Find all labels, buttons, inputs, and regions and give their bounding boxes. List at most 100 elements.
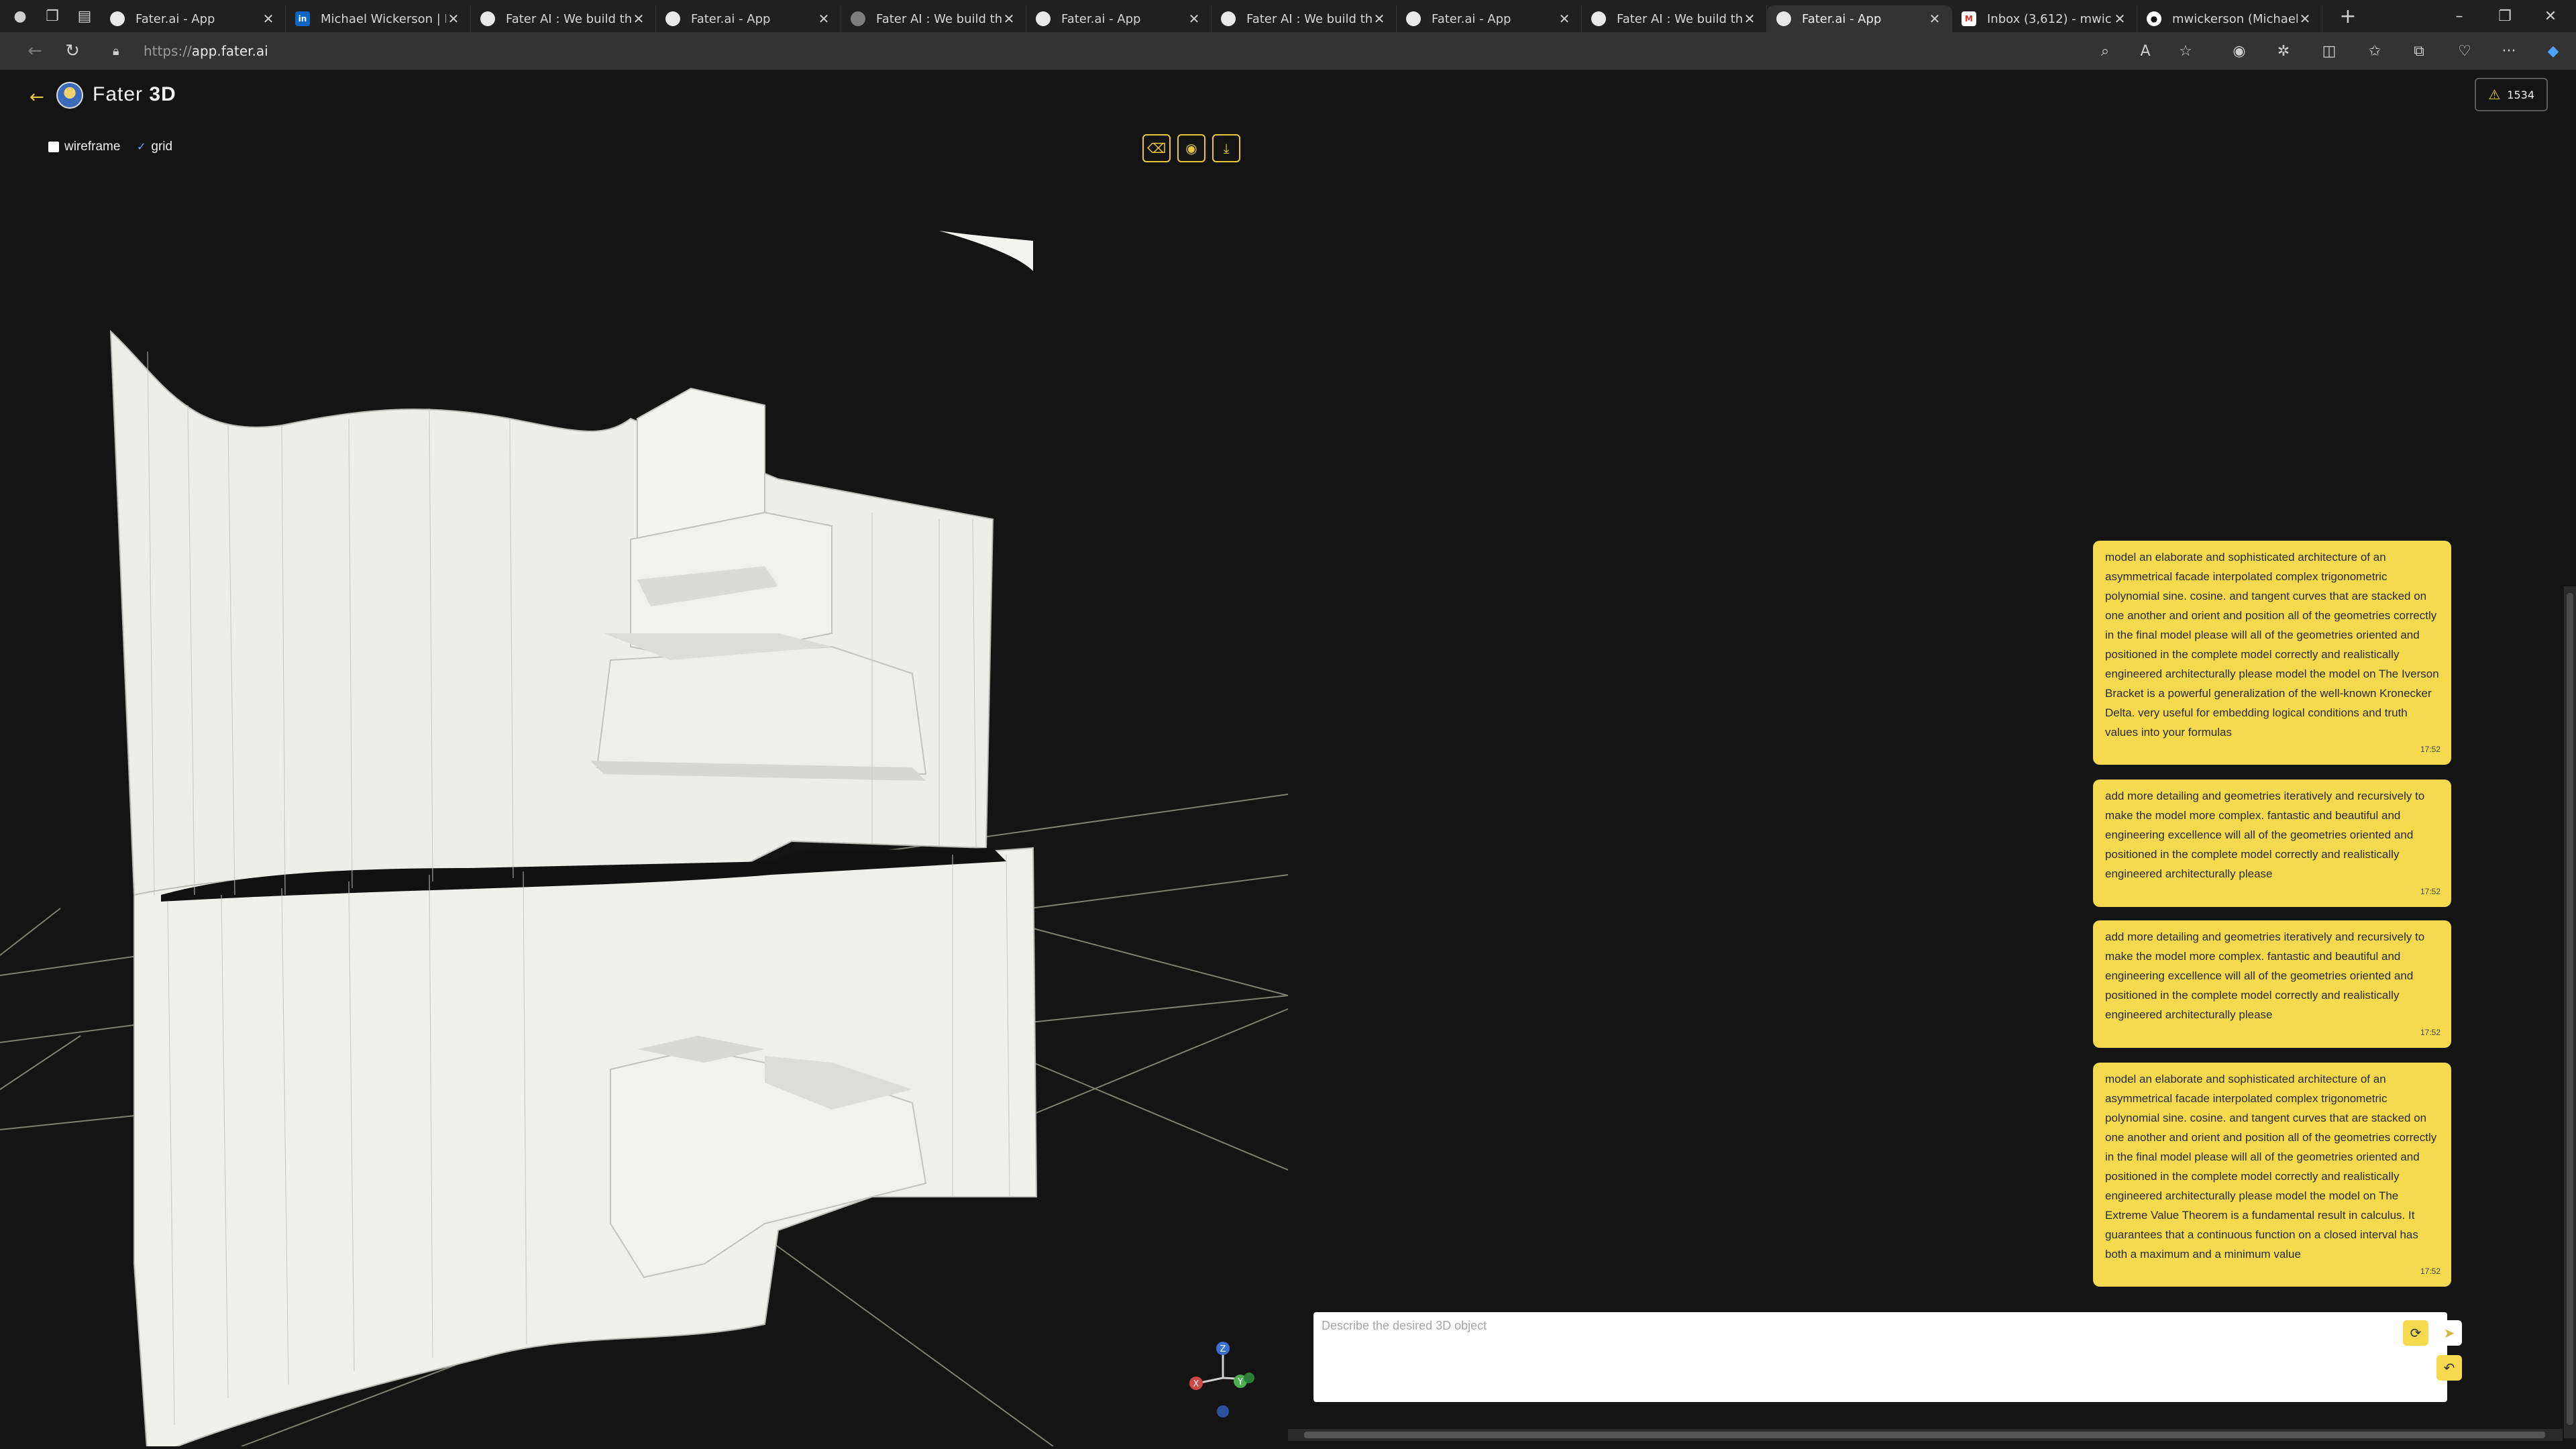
- 3d-viewport[interactable]: Z X Y wireframe ✓ grid ⌫ ◉ ⤓: [0, 123, 1288, 1446]
- globe-icon: [480, 11, 495, 26]
- message-time: 17:52: [2420, 1028, 2440, 1037]
- minimize-icon[interactable]: –: [2438, 0, 2481, 32]
- grid-toggle[interactable]: ✓ grid: [137, 140, 172, 154]
- close-tab-icon[interactable]: ✕: [1187, 11, 1201, 27]
- scrollbar-thumb[interactable]: [1304, 1432, 2545, 1438]
- refresh-icon[interactable]: ↻: [54, 32, 91, 70]
- browser-tab[interactable]: M Inbox (3,612) - mwick ✕: [1952, 5, 2137, 32]
- tab-title: Fater.ai - App: [1061, 11, 1141, 26]
- chat-message-text: model an elaborate and sophisticated arc…: [2105, 551, 2439, 739]
- close-tab-icon[interactable]: ✕: [1927, 11, 1942, 27]
- browser-tab[interactable]: ● mwickerson (Michael V ✕: [2137, 5, 2322, 32]
- undo-button[interactable]: ↶: [2436, 1355, 2462, 1381]
- browser-tab[interactable]: Fater AI : We build the ✕: [471, 5, 656, 32]
- zoom-icon[interactable]: ⌕: [2092, 38, 2118, 64]
- close-tab-icon[interactable]: ✕: [1372, 11, 1387, 27]
- browser-tab[interactable]: Fater AI : We build the ✕: [841, 5, 1026, 32]
- browser-tab[interactable]: Fater.ai - App ✕: [101, 5, 286, 32]
- close-tab-icon[interactable]: ✕: [1002, 11, 1016, 27]
- collections-icon[interactable]: ⧉: [2406, 38, 2432, 64]
- regenerate-button[interactable]: ⟳: [2403, 1320, 2428, 1346]
- undo-icon: ↶: [2443, 1360, 2455, 1376]
- favorite-star-icon[interactable]: ☆: [2172, 38, 2199, 64]
- app-title-bold: 3D: [149, 83, 176, 105]
- eraser-button[interactable]: ⌫: [1142, 134, 1171, 162]
- app-header: ← Fater 3D ⚠ 1534: [0, 70, 2576, 123]
- axis-gizmo[interactable]: Z X Y: [1189, 1342, 1254, 1417]
- chat-message-text: add more detailing and geometries iterat…: [2105, 790, 2425, 880]
- copilot-icon[interactable]: ◆: [2540, 38, 2567, 64]
- close-tab-icon[interactable]: ✕: [631, 11, 646, 27]
- screenshot-button[interactable]: ◉: [1177, 134, 1205, 162]
- close-tab-icon[interactable]: ✕: [261, 11, 276, 27]
- globe-icon: [1036, 11, 1051, 26]
- workspaces-icon[interactable]: ❐: [36, 0, 68, 32]
- close-tab-icon[interactable]: ✕: [1742, 11, 1757, 27]
- address-bar: ← ↻ 🔒︎ https:// app.fater.ai ⌕ A ☆ ◉ ✲ ◫…: [0, 32, 2576, 70]
- lock-icon: 🔒︎: [113, 44, 119, 58]
- tab-title: Fater.ai - App: [136, 11, 215, 26]
- browser-tab[interactable]: Fater.ai - App ✕: [1397, 5, 1582, 32]
- vertical-scrollbar[interactable]: [2564, 586, 2576, 1438]
- prompt-input[interactable]: [1322, 1319, 2381, 1393]
- close-tab-icon[interactable]: ✕: [816, 11, 831, 27]
- browser-tab-bar: ● ❐ ▤ Fater.ai - App ✕ in Michael Wickerson…: [0, 0, 2576, 32]
- browser-tab[interactable]: Fater AI : We build the ✕: [1582, 5, 1767, 32]
- profile-icon[interactable]: ●: [4, 0, 36, 32]
- scene-canvas[interactable]: Z X Y: [0, 123, 1288, 1446]
- tab-title: Fater.ai - App: [1802, 11, 1882, 26]
- split-screen-icon[interactable]: ◫: [2316, 38, 2343, 64]
- close-window-icon[interactable]: ✕: [2529, 0, 2572, 32]
- close-tab-icon[interactable]: ✕: [2298, 11, 2312, 27]
- url-scheme: https://: [144, 43, 192, 59]
- browser-essentials-icon[interactable]: ♡: [2451, 38, 2478, 64]
- send-icon: ➤: [2443, 1325, 2455, 1341]
- close-tab-icon[interactable]: ✕: [446, 11, 461, 27]
- app-logo: [56, 82, 83, 109]
- chat-message: add more detailing and geometries iterat…: [2093, 920, 2451, 1048]
- new-tab-button[interactable]: +: [2332, 5, 2364, 28]
- restore-icon[interactable]: ❐: [2483, 0, 2526, 32]
- message-time: 17:52: [2420, 887, 2440, 896]
- axis-y-label: Y: [1237, 1377, 1243, 1387]
- read-aloud-icon[interactable]: A: [2132, 38, 2159, 64]
- horizontal-scrollbar[interactable]: [1288, 1429, 2563, 1441]
- back-arrow-icon[interactable]: ←: [30, 87, 44, 107]
- back-icon[interactable]: ←: [16, 32, 54, 70]
- browser-tab[interactable]: Fater.ai - App ✕: [656, 5, 841, 32]
- globe-icon: [1221, 11, 1236, 26]
- wireframe-toggle[interactable]: wireframe: [48, 140, 120, 154]
- chat-message: model an elaborate and sophisticated arc…: [2093, 1063, 2451, 1287]
- tab-title: Fater AI : We build the: [1246, 11, 1372, 26]
- tab-actions-icon[interactable]: ▤: [68, 0, 101, 32]
- more-menu-icon[interactable]: ···: [2496, 38, 2522, 64]
- favorites-icon[interactable]: ✩: [2361, 38, 2388, 64]
- browser-tab[interactable]: Fater.ai - App ✕: [1767, 5, 1952, 32]
- close-tab-icon[interactable]: ✕: [1557, 11, 1572, 27]
- wireframe-label: wireframe: [64, 140, 121, 154]
- download-button[interactable]: ⤓: [1212, 134, 1240, 162]
- globe-icon: [1406, 11, 1421, 26]
- scrollbar-thumb[interactable]: [2567, 593, 2573, 1425]
- eraser-icon: ⌫: [1146, 140, 1167, 156]
- message-time: 17:52: [2420, 1267, 2440, 1276]
- github-icon: ●: [2147, 11, 2161, 26]
- browser-tab[interactable]: in Michael Wickerson | Li ✕: [286, 5, 471, 32]
- url-host: app.fater.ai: [191, 43, 268, 59]
- chat-panel: model an elaborate and sophisticated arc…: [1288, 123, 2576, 1446]
- grid-label: grid: [151, 140, 173, 154]
- wireframe-checkbox[interactable]: [48, 142, 59, 152]
- close-tab-icon[interactable]: ✕: [2112, 11, 2127, 27]
- credits-badge[interactable]: ⚠ 1534: [2475, 78, 2548, 111]
- url-field[interactable]: 🔒︎ https:// app.fater.ai: [113, 36, 2206, 66]
- globe-icon: [665, 11, 680, 26]
- password-manager-icon[interactable]: ◉: [2226, 38, 2253, 64]
- tab-title: Inbox (3,612) - mwick: [1987, 11, 2112, 26]
- browser-tab[interactable]: Fater AI : We build the ✕: [1212, 5, 1397, 32]
- extensions-icon[interactable]: ✲: [2270, 38, 2297, 64]
- send-button[interactable]: ➤: [2436, 1320, 2462, 1346]
- browser-tab[interactable]: Fater.ai - App ✕: [1026, 5, 1212, 32]
- tab-title: Fater.ai - App: [691, 11, 771, 26]
- app-title: Fater 3D: [93, 83, 176, 106]
- check-icon[interactable]: ✓: [137, 140, 146, 154]
